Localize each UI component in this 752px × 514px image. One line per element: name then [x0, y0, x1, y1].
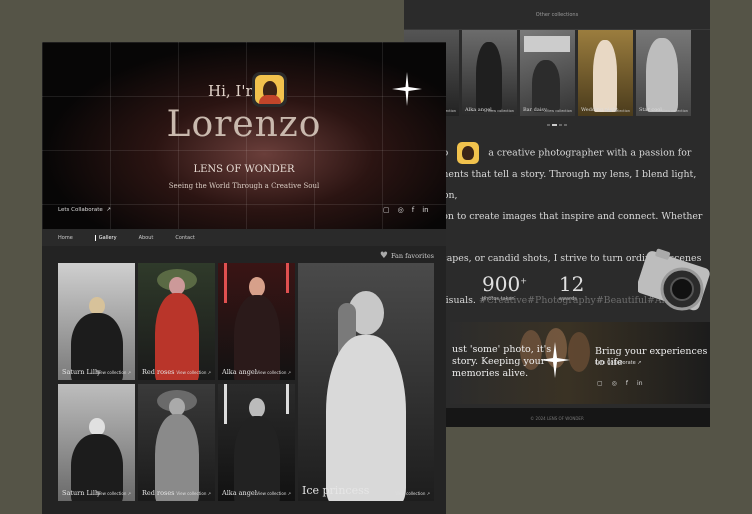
- social-links: ▢ ◎ f in: [597, 380, 643, 387]
- view-collection-link[interactable]: View collection: [546, 109, 572, 113]
- view-collection-link[interactable]: View collection: [488, 109, 514, 113]
- camera-icon: [638, 248, 710, 311]
- social-links: ▢ ◎ f in: [383, 206, 429, 214]
- gallery-card-label: Red roses: [142, 489, 175, 497]
- gallery-card[interactable]: Alka angel View collection ↗: [218, 263, 295, 380]
- collaborate-banner: ust 'some' photo, it's story. Keeping yo…: [450, 322, 710, 404]
- nav-home[interactable]: Home: [58, 235, 73, 241]
- sparkle-icon: [392, 72, 422, 106]
- avatar-icon: [457, 142, 480, 164]
- fan-favorites[interactable]: ♥ Fan favorites: [380, 251, 434, 261]
- view-collection-link[interactable]: View collection ↗: [395, 491, 430, 496]
- gallery-card[interactable]: Red roses View collection ↗: [138, 263, 215, 380]
- main-nav: Home Gallery About Contact: [42, 229, 446, 246]
- instagram-icon[interactable]: ▢: [597, 380, 603, 387]
- collection-thumb[interactable]: Wedding night View collection: [578, 30, 633, 116]
- linkedin-icon[interactable]: in: [637, 380, 642, 387]
- collection-thumb[interactable]: Alka angel View collection: [462, 30, 517, 116]
- linkedin-icon[interactable]: in: [422, 206, 428, 214]
- view-collection-link[interactable]: View collection ↗: [96, 370, 131, 375]
- collection-thumb-label: Star cool: [639, 107, 662, 113]
- gallery-card-large[interactable]: Ice princess View collection ↗: [298, 263, 434, 501]
- view-collection-link[interactable]: View collection ↗: [176, 491, 211, 496]
- view-collection-link[interactable]: View collection: [604, 109, 630, 113]
- instagram-icon[interactable]: ▢: [383, 206, 390, 214]
- view-collection-link[interactable]: View collection ↗: [256, 491, 291, 496]
- nav-contact[interactable]: Contact: [175, 235, 194, 241]
- collection-thumb[interactable]: Star cool View collection: [636, 30, 691, 116]
- carousel-dot[interactable]: [564, 124, 567, 126]
- collection-thumb-label: Bar daisy: [523, 107, 547, 113]
- back-footer: © 2024 LENS OF WONDER: [404, 408, 710, 427]
- banner-left-text: ust 'some' photo, it's story. Keeping yo…: [452, 344, 552, 379]
- collections-strip: roses View collection Alka angel View co…: [404, 30, 710, 116]
- gallery-card-label: Alka angel: [222, 368, 257, 376]
- facebook-icon[interactable]: f: [412, 206, 414, 214]
- back-top-bar: Other collections: [404, 0, 710, 30]
- view-collection-link[interactable]: View collection ↗: [96, 491, 131, 496]
- whatsapp-icon[interactable]: ◎: [612, 380, 617, 387]
- hero-subtitle: Seeing the World Through a Creative Soul: [168, 182, 320, 190]
- gallery-card[interactable]: Red roses View collection ↗: [138, 384, 215, 501]
- heart-icon: ♥: [379, 251, 388, 261]
- lets-collaborate-link[interactable]: Lets Collaborate ↗: [58, 207, 111, 213]
- carousel-dot[interactable]: [547, 124, 550, 126]
- view-collection-link[interactable]: View collection ↗: [176, 370, 211, 375]
- gallery-card[interactable]: Saturn Lilly View collection ↗: [58, 384, 135, 501]
- facebook-icon[interactable]: f: [626, 380, 628, 387]
- nav-about[interactable]: About: [139, 235, 154, 241]
- gallery-card-label: Alka angel: [222, 489, 257, 497]
- lets-collaborate-link[interactable]: Lets Collaborate ↗: [595, 360, 642, 366]
- gallery-card-label: Saturn Lilly: [62, 489, 101, 497]
- stats-row: 900+ photos taken 12 awards: [482, 272, 584, 302]
- hero-name: Lorenzo: [166, 104, 322, 145]
- carousel-dot[interactable]: [559, 124, 562, 126]
- stat-awards: 12 awards: [558, 272, 585, 302]
- home-page-preview: Hi, I'm Lorenzo LENS OF WONDER Seeing th…: [42, 42, 446, 514]
- gallery-card-label: Red roses: [142, 368, 175, 376]
- gallery-card[interactable]: Alka angel View collection ↗: [218, 384, 295, 501]
- mockup-stage: Other collections roses View collection …: [0, 0, 752, 514]
- view-collection-link[interactable]: View collection: [662, 109, 688, 113]
- about-page-preview: Other collections roses View collection …: [404, 0, 710, 427]
- hero-tagline: LENS OF WONDER: [193, 164, 295, 175]
- collection-thumb[interactable]: Bar daisy View collection: [520, 30, 575, 116]
- whatsapp-icon[interactable]: ◎: [398, 206, 404, 214]
- nav-gallery[interactable]: Gallery: [94, 234, 117, 241]
- gallery-card[interactable]: Saturn Lilly View collection ↗: [58, 263, 135, 380]
- hero-section: Hi, I'm Lorenzo LENS OF WONDER Seeing th…: [42, 42, 446, 229]
- carousel-dot-active[interactable]: [552, 124, 557, 126]
- view-collection-link[interactable]: View collection ↗: [256, 370, 291, 375]
- carousel-dots[interactable]: [404, 124, 710, 126]
- sparkle-icon: [540, 342, 570, 378]
- other-collections-label[interactable]: Other collections: [404, 12, 710, 18]
- gallery-card-label: Saturn Lilly: [62, 368, 101, 376]
- avatar: [252, 72, 287, 107]
- stat-photos: 900+ photos taken: [482, 272, 527, 302]
- gallery-card-label: Ice princess: [302, 484, 370, 497]
